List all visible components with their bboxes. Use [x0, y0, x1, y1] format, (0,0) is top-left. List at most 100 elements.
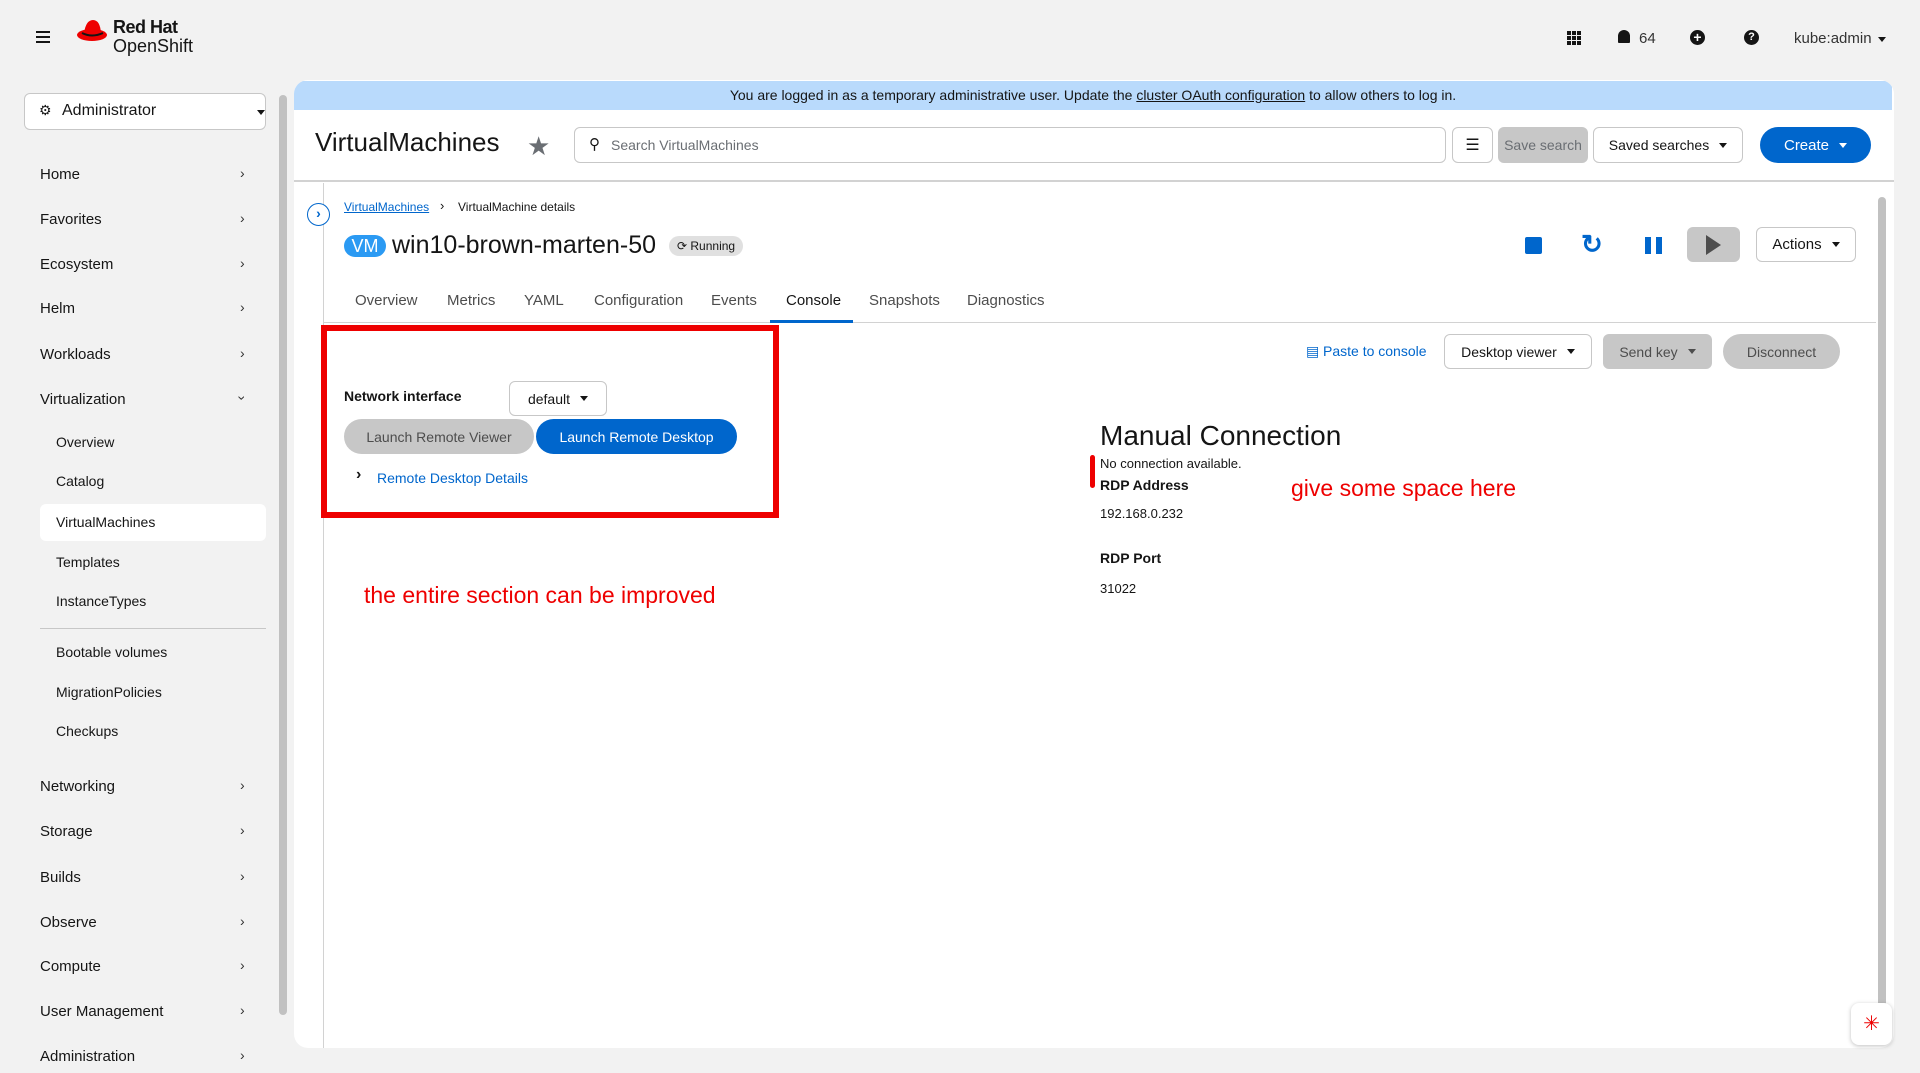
tab-diagnostics[interactable]: Diagnostics	[967, 292, 1045, 309]
vm-badge: VM	[344, 235, 386, 257]
caret-down-icon	[1831, 242, 1840, 247]
sidebar-item[interactable]: Helm ›	[40, 298, 266, 320]
send-key-label: Send key	[1619, 343, 1678, 360]
chevron-right-icon: ›	[240, 777, 245, 793]
brand-line1: Red Hat	[113, 17, 178, 37]
sidebar-subitem[interactable]: Catalog	[56, 473, 104, 489]
tab-configuration[interactable]: Configuration	[594, 292, 683, 309]
bell-icon[interactable]	[1618, 30, 1630, 43]
oauth-config-link[interactable]: cluster OAuth configuration	[1136, 87, 1305, 103]
send-key-dropdown[interactable]: Send key	[1603, 334, 1712, 369]
chevron-right-icon: ›	[240, 210, 245, 226]
paste-icon[interactable]: ▤	[1306, 343, 1319, 360]
user-caret-icon[interactable]	[1878, 37, 1886, 42]
network-interface-dropdown[interactable]: default	[509, 381, 607, 416]
content-scrollbar[interactable]	[1878, 197, 1886, 1035]
tab-console[interactable]: Console	[786, 292, 841, 309]
breadcrumb-separator-icon: ›	[440, 198, 445, 213]
add-icon[interactable]: +	[1690, 30, 1705, 45]
user-menu[interactable]: kube:admin	[1794, 30, 1872, 47]
hamburger-menu-icon[interactable]	[36, 31, 50, 43]
caret-down-icon	[1839, 142, 1848, 148]
breadcrumb-virtualmachines[interactable]: VirtualMachines	[344, 200, 429, 214]
desktop-viewer-label: Desktop viewer	[1461, 343, 1557, 360]
create-button[interactable]: Create	[1760, 127, 1871, 163]
desktop-viewer-dropdown[interactable]: Desktop viewer	[1444, 334, 1592, 369]
paste-to-console-button[interactable]: Paste to console	[1323, 343, 1427, 359]
search-input[interactable]: ⚲ Search VirtualMachines	[574, 127, 1446, 163]
chevron-down-icon: ›	[234, 395, 251, 401]
redhat-logo[interactable]: Red Hat OpenShift	[76, 17, 206, 57]
sidebar-item[interactable]: Ecosystem ›	[40, 254, 266, 276]
vm-name: win10-brown-marten-50	[392, 231, 657, 259]
app-launcher-icon[interactable]	[1567, 31, 1581, 45]
saved-searches-dropdown[interactable]: Saved searches	[1593, 127, 1743, 163]
tab-events[interactable]: Events	[711, 292, 757, 309]
brand-line2: OpenShift	[113, 36, 194, 56]
sidebar-subitem[interactable]: Checkups	[56, 723, 118, 739]
sidebar-item[interactable]: Virtualization ›	[40, 389, 266, 411]
sidebar-item-label: Observe	[40, 914, 97, 931]
sidebar-item[interactable]: User Management ›	[40, 1001, 266, 1023]
status-label: Running	[690, 239, 736, 253]
chevron-right-icon[interactable]: ›	[356, 466, 361, 484]
saved-searches-label: Saved searches	[1608, 137, 1710, 153]
sidebar-item[interactable]: Administration ›	[40, 1046, 266, 1068]
search-placeholder: Search VirtualMachines	[611, 137, 759, 153]
tab-snapshots[interactable]: Snapshots	[869, 292, 940, 309]
sidebar-item[interactable]: Home ›	[40, 164, 266, 186]
sidebar-subitem[interactable]: Templates	[56, 554, 120, 570]
caret-down-icon	[1719, 142, 1728, 148]
sidebar-item-label: Virtualization	[40, 391, 126, 408]
stop-icon[interactable]	[1525, 237, 1542, 254]
tab-yaml[interactable]: YAML	[524, 292, 564, 309]
rdp-port-label: RDP Port	[1100, 550, 1162, 566]
active-tab-indicator	[770, 320, 853, 323]
sidebar-item[interactable]: Networking ›	[40, 776, 266, 798]
sidebar-subitem[interactable]: InstanceTypes	[56, 593, 146, 609]
search-filter-button[interactable]: ☰	[1452, 127, 1493, 163]
sidebar-item[interactable]: Builds ›	[40, 867, 266, 889]
tab-metrics[interactable]: Metrics	[447, 292, 495, 309]
perspective-switcher[interactable]: ⚙ Administrator	[24, 93, 266, 130]
play-icon	[1706, 234, 1721, 255]
disconnect-button[interactable]: Disconnect	[1723, 334, 1840, 369]
annotation-section-note: the entire section can be improved	[364, 582, 716, 608]
sidebar-item[interactable]: Observe ›	[40, 912, 266, 934]
sidebar-item-label: Builds	[40, 869, 81, 886]
sidebar-item[interactable]: Compute ›	[40, 956, 266, 978]
actions-dropdown[interactable]: Actions	[1756, 227, 1856, 262]
rdp-address-value: 192.168.0.232	[1100, 506, 1184, 521]
sidebar-subitem[interactable]: VirtualMachines	[56, 514, 155, 530]
favorite-star-icon[interactable]: ★	[527, 131, 550, 162]
notification-count[interactable]: 64	[1639, 30, 1656, 47]
sidebar-subitem[interactable]: Overview	[56, 434, 114, 450]
sidebar-item-label: Compute	[40, 958, 101, 975]
sidebar-item[interactable]: Workloads ›	[40, 344, 266, 366]
sidebar-item-label: User Management	[40, 1003, 164, 1020]
pause-icon[interactable]	[1645, 237, 1662, 254]
caret-down-icon	[580, 396, 589, 401]
start-button[interactable]	[1687, 227, 1740, 262]
sidebar-item-label: Administration	[40, 1048, 136, 1065]
launch-remote-viewer-button[interactable]: Launch Remote Viewer	[344, 419, 534, 454]
chevron-right-icon: ›	[240, 345, 245, 361]
launch-remote-desktop-button[interactable]: Launch Remote Desktop	[536, 419, 737, 454]
redhat-hat-icon	[77, 20, 107, 41]
sidebar-item-label: Ecosystem	[40, 256, 114, 273]
restart-icon[interactable]: ↻	[1581, 229, 1603, 260]
expand-drawer-button[interactable]: ›	[307, 203, 330, 226]
save-search-button[interactable]: Save search	[1498, 127, 1588, 163]
tab-overview[interactable]: Overview	[355, 292, 418, 309]
sidebar-subitem[interactable]: Bootable volumes	[56, 644, 167, 660]
actions-label: Actions	[1772, 236, 1822, 253]
sidebar-subitem[interactable]: MigrationPolicies	[56, 684, 162, 700]
sidebar-item[interactable]: Favorites ›	[40, 209, 266, 231]
banner-text: You are logged in as a temporary adminis…	[729, 87, 1137, 103]
floating-assistant-button[interactable]: ✳	[1851, 1003, 1892, 1045]
sidebar-scrollbar[interactable]	[279, 95, 287, 1015]
main-panel: You are logged in as a temporary adminis…	[294, 80, 1894, 1048]
help-icon[interactable]: ?	[1744, 30, 1759, 45]
remote-desktop-details-toggle[interactable]: Remote Desktop Details	[377, 470, 528, 486]
sidebar-item[interactable]: Storage ›	[40, 821, 266, 843]
